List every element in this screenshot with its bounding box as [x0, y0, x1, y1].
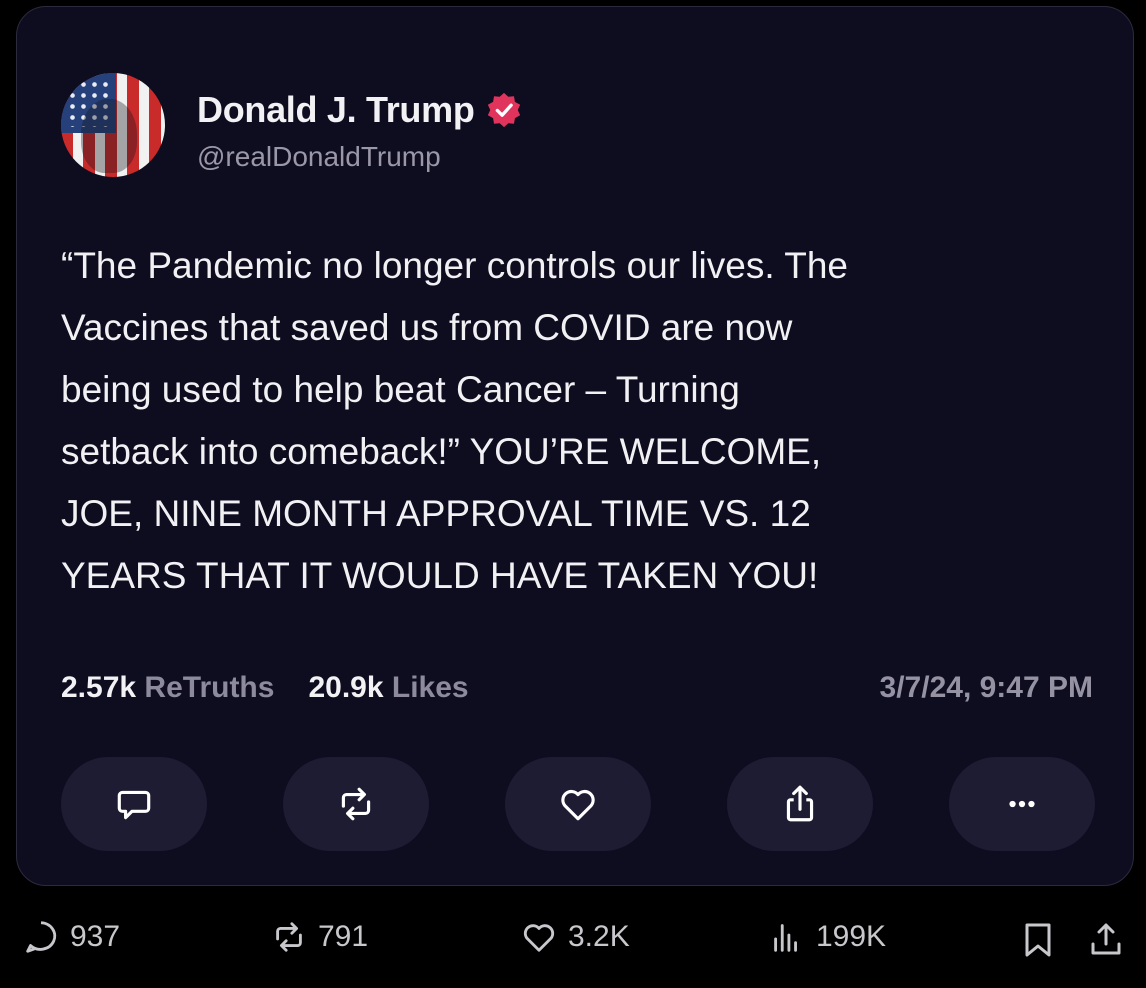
avatar[interactable] — [61, 73, 165, 177]
retruth-icon — [341, 787, 371, 821]
repost-icon — [276, 922, 302, 952]
tweet-action-bar: 937 791 3.2K 199K — [0, 908, 1146, 972]
reply-bubble-icon — [26, 921, 57, 953]
share-upload-icon — [1091, 923, 1121, 955]
retruths-count: 2.57k — [61, 671, 137, 704]
share-bottom-button[interactable] — [1086, 920, 1126, 965]
post-card: Donald J. Trump @realDonaldTrump “The Pa… — [16, 6, 1134, 886]
more-button[interactable] — [949, 757, 1095, 851]
reply-button[interactable] — [61, 757, 207, 851]
replies-button[interactable]: 937 — [22, 918, 120, 956]
likes-label: Likes — [391, 671, 469, 704]
views-count: 199K — [816, 920, 887, 953]
reposts-count: 791 — [318, 920, 369, 953]
retruth-button[interactable] — [283, 757, 429, 851]
action-bar — [61, 757, 1095, 851]
post-text: “The Pandemic no longer controls our liv… — [61, 245, 848, 596]
bookmark-button[interactable] — [1018, 920, 1058, 965]
avatar-face — [81, 99, 137, 173]
bottom-likes-count: 3.2K — [568, 920, 630, 953]
more-icon — [1009, 800, 1035, 808]
replies-count: 937 — [70, 920, 121, 953]
views-chart-icon — [774, 924, 797, 952]
likes-stat[interactable]: 20.9k Likes — [308, 671, 468, 705]
like-button[interactable] — [505, 757, 651, 851]
post-stats: 2.57k ReTruths 20.9k Likes — [61, 671, 503, 705]
author-handle[interactable]: @realDonaldTrump — [197, 141, 441, 173]
author-name[interactable]: Donald J. Trump — [197, 89, 475, 131]
heart-icon — [561, 789, 595, 821]
share-icon — [786, 785, 814, 822]
views-button[interactable]: 199K — [768, 918, 886, 956]
heart-outline-icon — [523, 924, 555, 952]
likes-count: 20.9k — [308, 671, 384, 704]
retruths-stat[interactable]: 2.57k ReTruths — [61, 671, 274, 705]
share-button[interactable] — [727, 757, 873, 851]
bookmark-icon — [1025, 923, 1051, 957]
post-timestamp: 3/7/24, 9:47 PM — [879, 671, 1093, 704]
verified-badge-icon — [487, 92, 520, 128]
repost-button[interactable]: 791 — [270, 918, 368, 956]
bottom-like-button[interactable]: 3.2K — [520, 918, 630, 956]
retruths-label: ReTruths — [144, 671, 275, 704]
reply-icon — [117, 790, 151, 820]
